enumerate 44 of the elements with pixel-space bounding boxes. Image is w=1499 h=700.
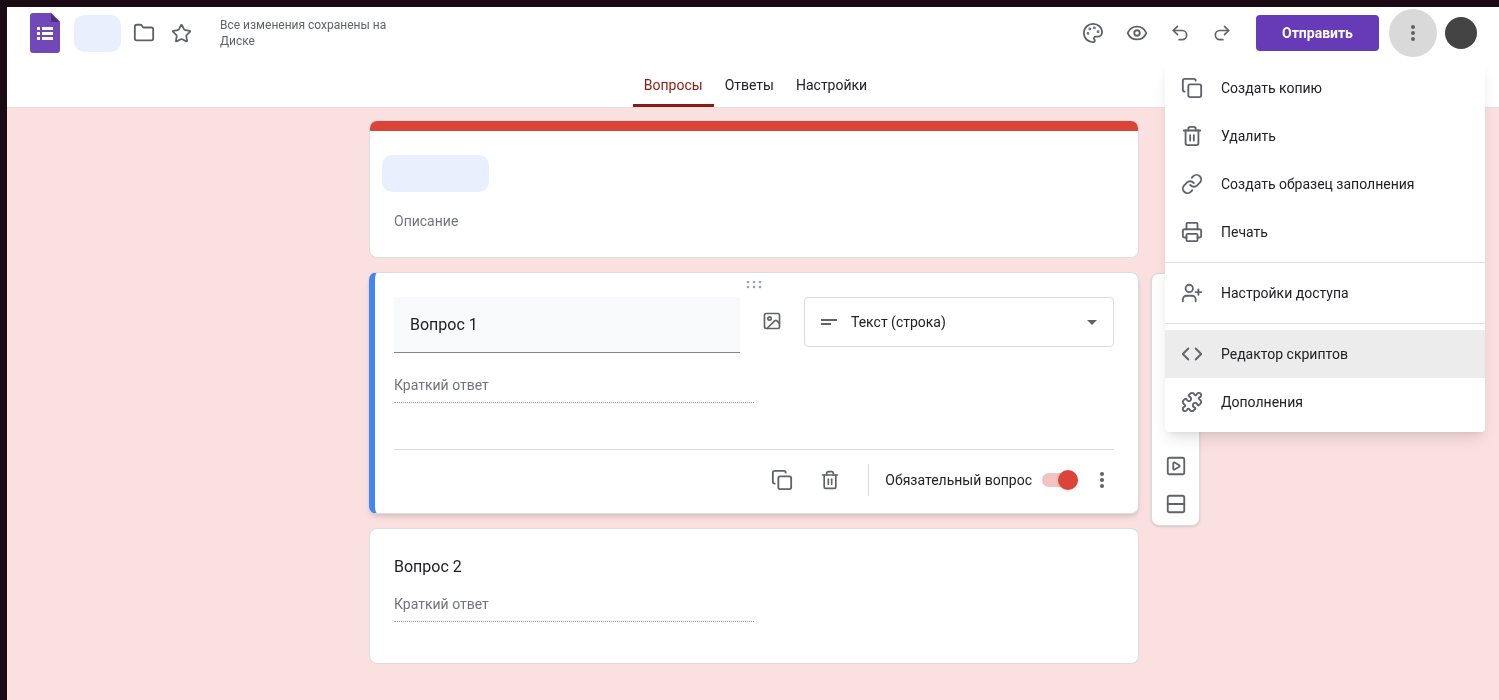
question-title[interactable]: Вопрос 2 [394, 555, 1114, 579]
required-label: Обязательный вопрос [885, 470, 1032, 490]
avatar[interactable] [1445, 17, 1477, 49]
redo-icon[interactable] [1212, 23, 1232, 43]
tab[interactable]: Ответы [713, 75, 785, 107]
puzzle-icon [1181, 391, 1203, 413]
more-icon[interactable] [1100, 472, 1104, 488]
menu-item[interactable]: Создать копию [1165, 64, 1485, 112]
menu-item[interactable]: Создать образец заполнения [1165, 160, 1485, 208]
undo-icon[interactable] [1170, 23, 1190, 43]
menu-item[interactable]: Настройки доступа [1165, 269, 1485, 317]
required-toggle[interactable] [1042, 470, 1078, 490]
tab[interactable]: Настройки [784, 75, 879, 107]
question-type-dropdown[interactable]: Текст (строка) [804, 297, 1114, 347]
menu-item[interactable]: Печать [1165, 208, 1485, 256]
image-icon[interactable] [762, 311, 782, 331]
menu-item[interactable]: Дополнения [1165, 378, 1485, 426]
forms-logo-icon[interactable] [30, 13, 60, 53]
short-lines-icon [821, 319, 837, 325]
question-type-label: Текст (строка) [851, 312, 947, 333]
printer-icon [1181, 221, 1203, 243]
save-status: Все изменения сохранены на Диске [220, 17, 388, 49]
dropdown-caret-icon [1087, 319, 1097, 325]
palette-icon[interactable] [1082, 22, 1104, 44]
short-answer-field[interactable]: Краткий ответ [394, 594, 754, 622]
drag-handle-icon[interactable] [746, 281, 762, 289]
section-icon[interactable] [1164, 493, 1187, 515]
folder-icon[interactable] [133, 22, 155, 44]
add-people-icon [1181, 282, 1203, 304]
more-icon [1411, 25, 1415, 41]
send-button[interactable]: Отправить [1256, 15, 1379, 51]
description-placeholder[interactable]: Описание [394, 211, 1138, 232]
question-title-field[interactable]: Вопрос 1 [394, 297, 740, 353]
duplicate-icon[interactable] [771, 469, 794, 491]
menu-item[interactable]: Удалить [1165, 112, 1485, 160]
tab[interactable]: Вопросы [632, 75, 714, 107]
link-icon [1181, 173, 1203, 195]
trash-icon [1181, 125, 1203, 147]
short-answer-field[interactable]: Краткий ответ [394, 375, 754, 403]
star-icon[interactable] [171, 22, 192, 44]
video-icon[interactable] [1164, 455, 1187, 477]
trash-icon[interactable] [820, 470, 841, 490]
copy-icon [1181, 77, 1203, 99]
menu-item[interactable]: Редактор скриптов [1165, 330, 1485, 378]
